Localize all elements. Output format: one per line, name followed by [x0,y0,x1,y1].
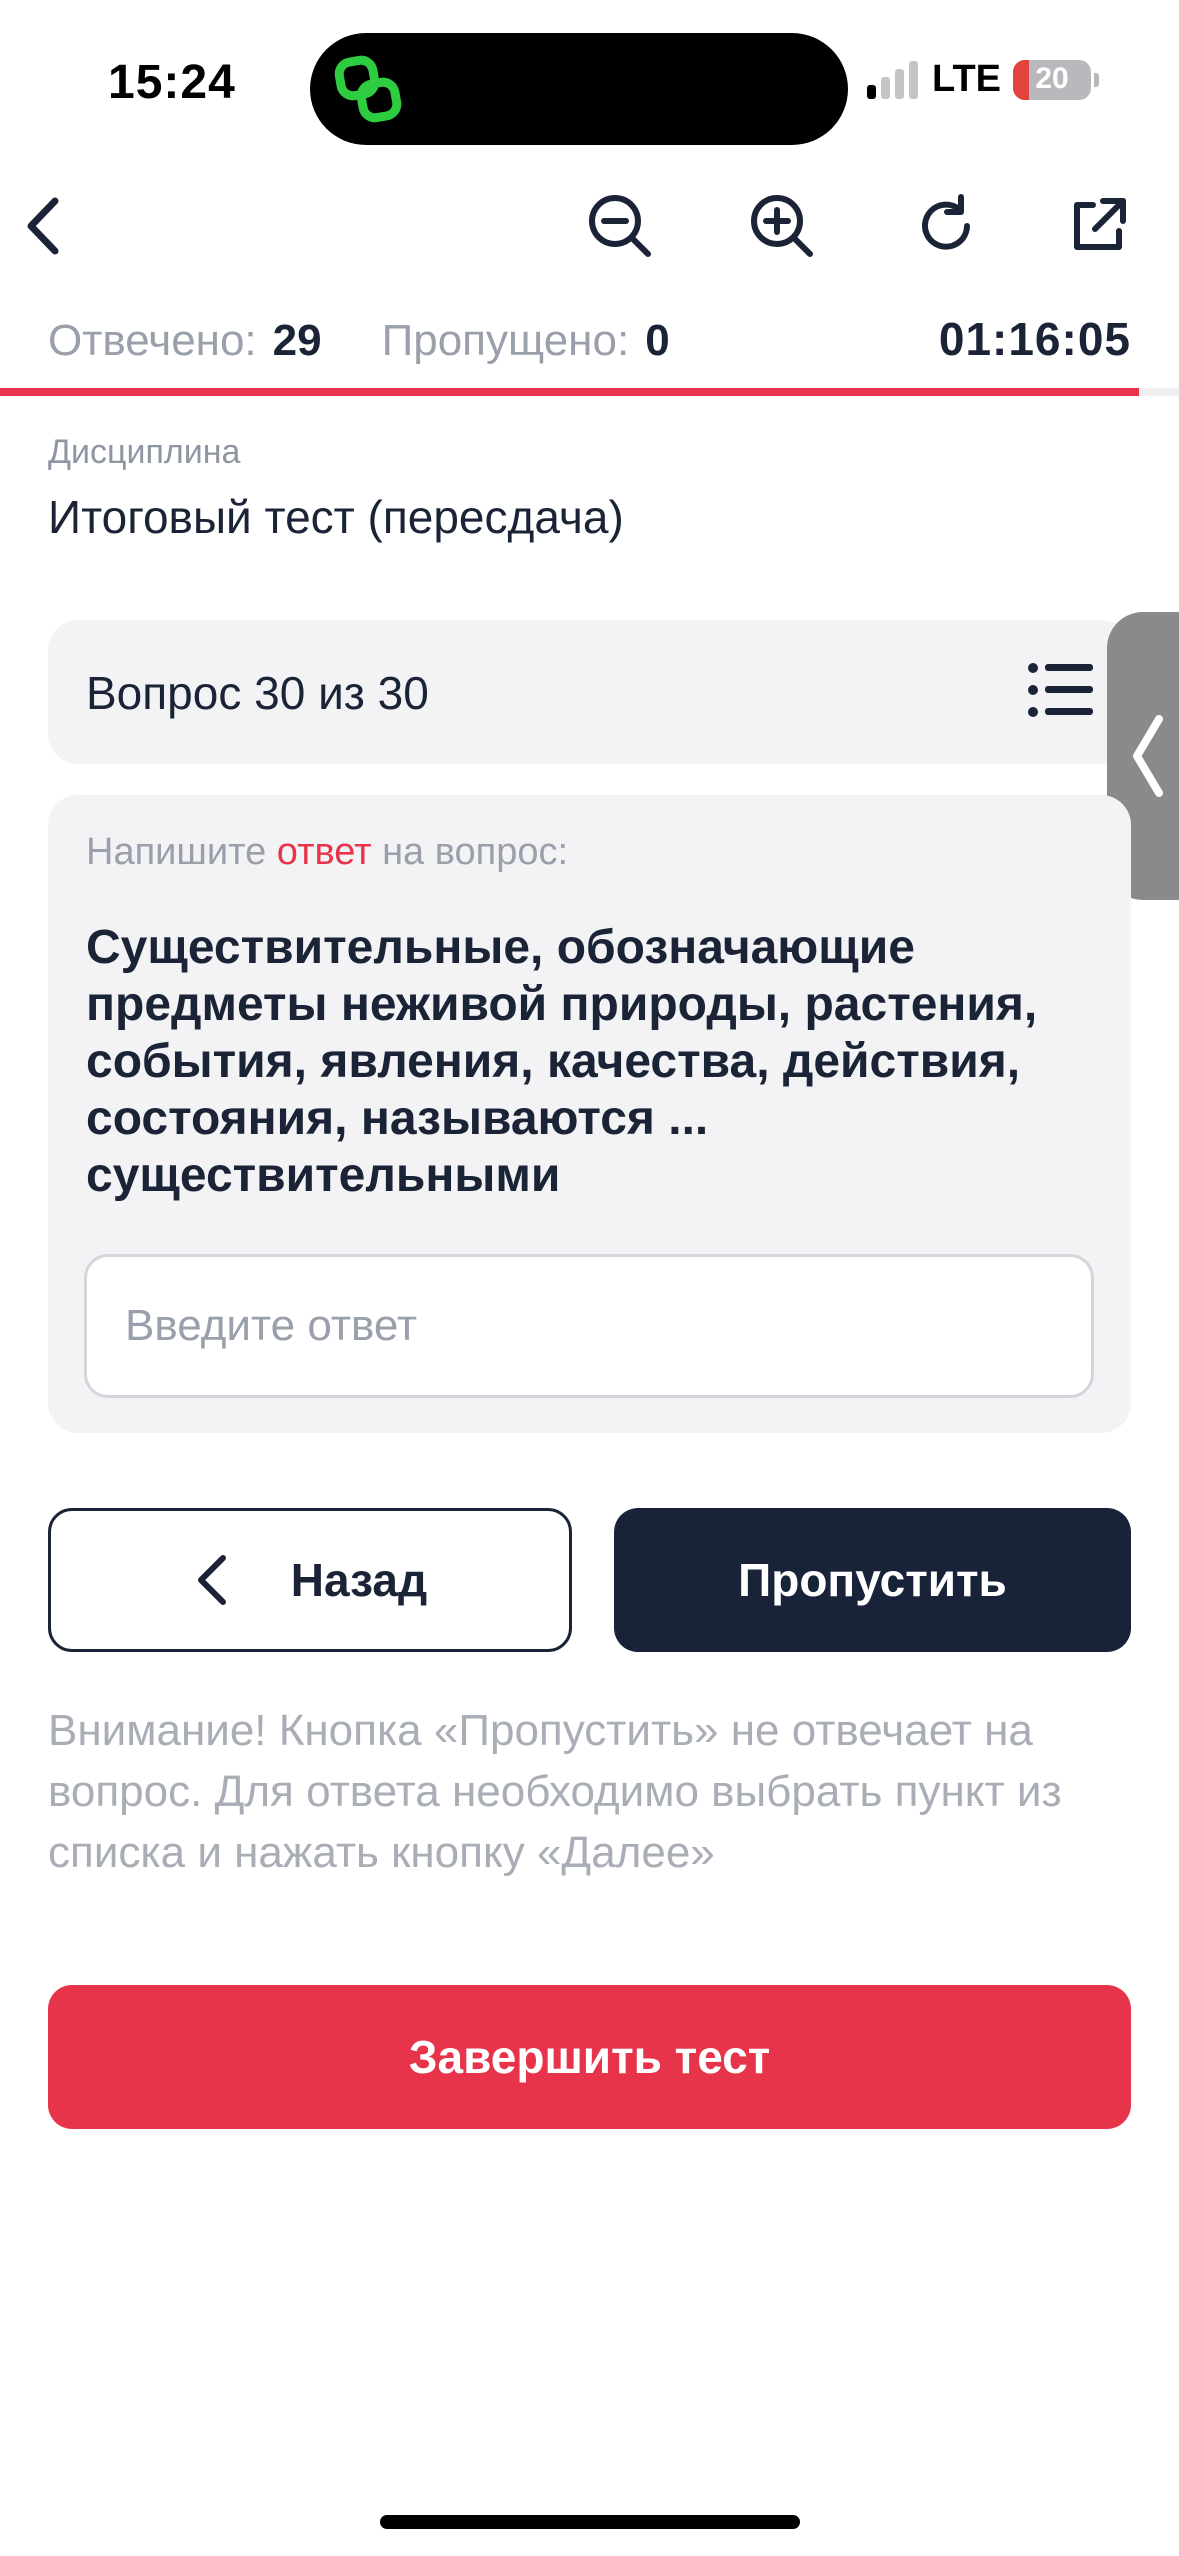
battery-percent: 20 [1035,61,1069,95]
dynamic-island [310,33,848,145]
test-stats: Отвечено: 29 Пропущено: 0 01:16:05 [48,312,1131,366]
question-counter: Вопрос 30 из 30 [86,667,429,719]
discipline-label: Дисциплина [48,433,241,471]
finish-test-button[interactable]: Завершить тест [48,1985,1131,2129]
status-time: 15:24 [108,56,236,109]
answered-label: Отвечено: [48,316,257,365]
back-button[interactable] [6,186,86,266]
skipped-count: 0 [645,316,670,365]
answered-count: 29 [272,316,322,365]
timer: 01:16:05 [938,313,1131,365]
network-type: LTE [932,58,1001,100]
open-external-icon [1074,198,1126,250]
home-indicator [380,2515,800,2529]
answer-input[interactable] [84,1254,1094,1398]
zoom-out-icon [589,195,651,257]
open-external-button[interactable] [1058,186,1138,266]
back-button-label: Назад [290,1554,428,1606]
battery-icon: 20 [1013,59,1091,100]
discipline-title: Итоговый тест (пересдача) [48,491,624,543]
progress-bar [0,388,1179,396]
skip-button-label: Пропустить [738,1554,1007,1606]
signal-icon [867,60,919,99]
reload-button[interactable] [906,186,986,266]
test-screen: 15:24 LTE 20 Отвечено: 29 Пропущено: 0 0… [0,0,1179,2556]
zoom-in-icon [751,195,813,257]
question-prompt: Напишите ответ на вопрос: [86,831,568,874]
prompt-before: Напишите [86,831,277,873]
question-header: Вопрос 30 из 30 [48,620,1131,764]
skip-button[interactable]: Пропустить [614,1508,1131,1652]
back-nav-button[interactable]: Назад [48,1508,572,1652]
chevron-left-icon [1133,715,1163,797]
skip-notice: Внимание! Кнопка «Пропустить» не отвечае… [48,1706,1062,1877]
link-chain-icon [334,55,402,123]
status-indicators: LTE 20 [867,58,1099,101]
chevron-left-icon [27,197,59,255]
reload-icon [922,194,970,250]
skipped-label: Пропущено: [381,316,630,365]
chevron-left-icon [197,1555,226,1605]
prompt-after: на вопрос: [371,831,569,873]
zoom-out-button[interactable] [580,186,660,266]
list-icon[interactable] [1027,660,1093,720]
question-text: Существительные, обозначающие предметы н… [86,921,1038,1202]
finish-button-label: Завершить тест [408,2031,771,2083]
battery-nub [1094,72,1099,87]
question-card: Напишите ответ на вопрос: Существительны… [48,795,1131,1433]
progress-fill [0,388,1139,396]
zoom-in-button[interactable] [742,186,822,266]
prompt-accent: ответ [276,831,372,873]
